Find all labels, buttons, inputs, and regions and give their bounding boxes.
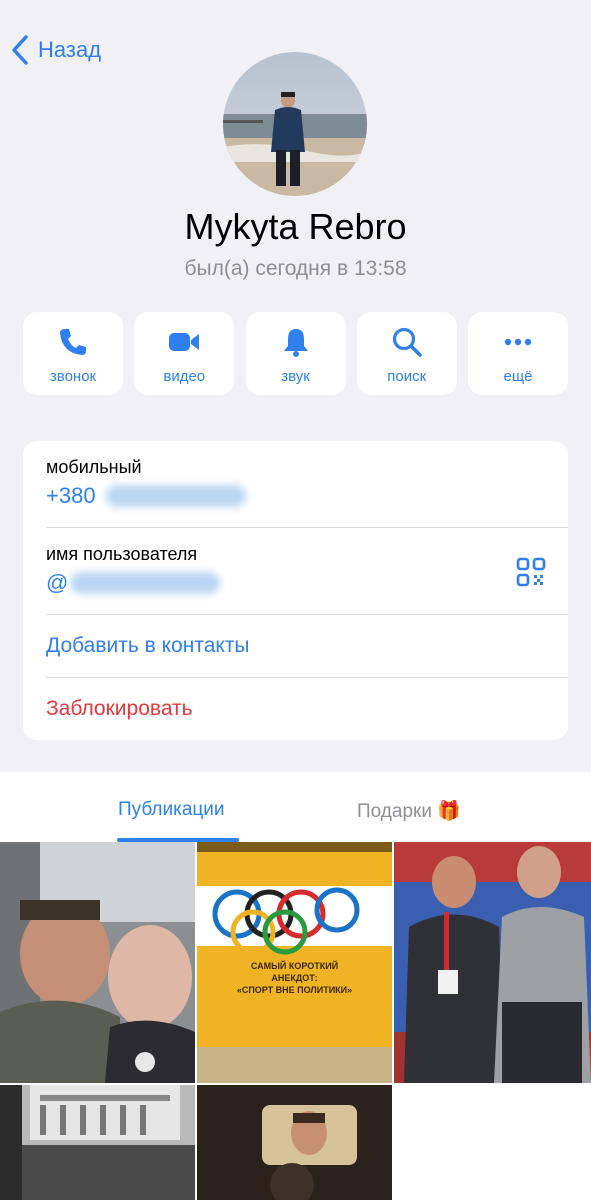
post-caption: САМЫЙ КОРОТКИЙ АНЕКДОТ: «СПОРТ ВНЕ ПОЛИТ… (197, 960, 392, 996)
tab-gifts[interactable]: Подарки 🎁 (357, 799, 461, 823)
post-thumbnail[interactable] (394, 842, 591, 1083)
video-icon (169, 333, 200, 351)
phone-icon (60, 329, 86, 355)
block-link[interactable]: Заблокировать (46, 697, 193, 721)
username-title: имя пользователя (46, 544, 198, 564)
back-button[interactable]: Назад (10, 34, 101, 66)
publications-grid: САМЫЙ КОРОТКИЙ АНЕКДОТ: «СПОРТ ВНЕ ПОЛИТ… (0, 842, 591, 1200)
mobile-title: мобильный (46, 457, 142, 477)
post-thumbnail[interactable] (0, 1085, 195, 1200)
block-row[interactable]: Заблокировать (23, 678, 568, 740)
caption-line-1: САМЫЙ КОРОТКИЙ (250, 961, 339, 971)
add-contact-row[interactable]: Добавить в контакты (23, 615, 568, 678)
post-image (394, 842, 591, 1083)
last-seen-status: был(а) сегодня в 13:58 (184, 257, 407, 280)
video-button[interactable]: видео (134, 312, 235, 395)
sound-button[interactable]: звук (245, 312, 346, 395)
bell-icon (283, 329, 308, 357)
search-icon (392, 327, 422, 357)
more-button[interactable]: ещё (468, 312, 568, 395)
post-thumbnail[interactable] (0, 842, 195, 1083)
tab-publications[interactable]: Публикации (118, 799, 225, 821)
caption-line-2: АНЕКДОТ: (271, 973, 318, 983)
post-image (197, 1085, 392, 1200)
mobile-row[interactable]: мобильный +380 (23, 441, 568, 528)
post-image (0, 1085, 195, 1200)
call-button[interactable]: звонок (23, 312, 123, 395)
blurred-phone (105, 485, 246, 507)
search-label: поиск (387, 368, 427, 385)
mobile-value[interactable]: +380 (46, 483, 246, 509)
username-text: @ (46, 570, 69, 595)
action-bar: звонок видео звук поиск ещё (23, 312, 568, 395)
video-label: видео (163, 368, 206, 385)
info-card: мобильный +380 имя пользователя @ Добави… (23, 441, 568, 740)
add-contact-link[interactable]: Добавить в контакты (46, 634, 250, 658)
caption-line-3: «СПОРТ ВНЕ ПОЛИТИКИ» (236, 985, 353, 995)
phone-number: +380 (46, 483, 96, 508)
avatar-photo (223, 52, 367, 196)
post-thumbnail[interactable]: САМЫЙ КОРОТКИЙ АНЕКДОТ: «СПОРТ ВНЕ ПОЛИТ… (197, 842, 392, 1083)
blurred-username (70, 572, 221, 594)
qr-code-icon[interactable] (516, 557, 546, 587)
more-icon (504, 338, 532, 346)
profile-name: Mykyta Rebro (184, 206, 407, 247)
search-button[interactable]: поиск (356, 312, 457, 395)
username-value[interactable]: @ (46, 570, 221, 596)
post-thumbnail[interactable] (197, 1085, 392, 1200)
sound-label: звук (281, 368, 310, 385)
more-label: ещё (503, 368, 533, 385)
back-label: Назад (38, 37, 102, 62)
profile-tabs: Публикации Подарки 🎁 (0, 772, 591, 842)
post-image (0, 842, 195, 1083)
call-label: звонок (49, 368, 97, 385)
chevron-left-icon (12, 35, 28, 65)
username-row[interactable]: имя пользователя @ (23, 528, 568, 615)
avatar[interactable] (223, 52, 367, 196)
